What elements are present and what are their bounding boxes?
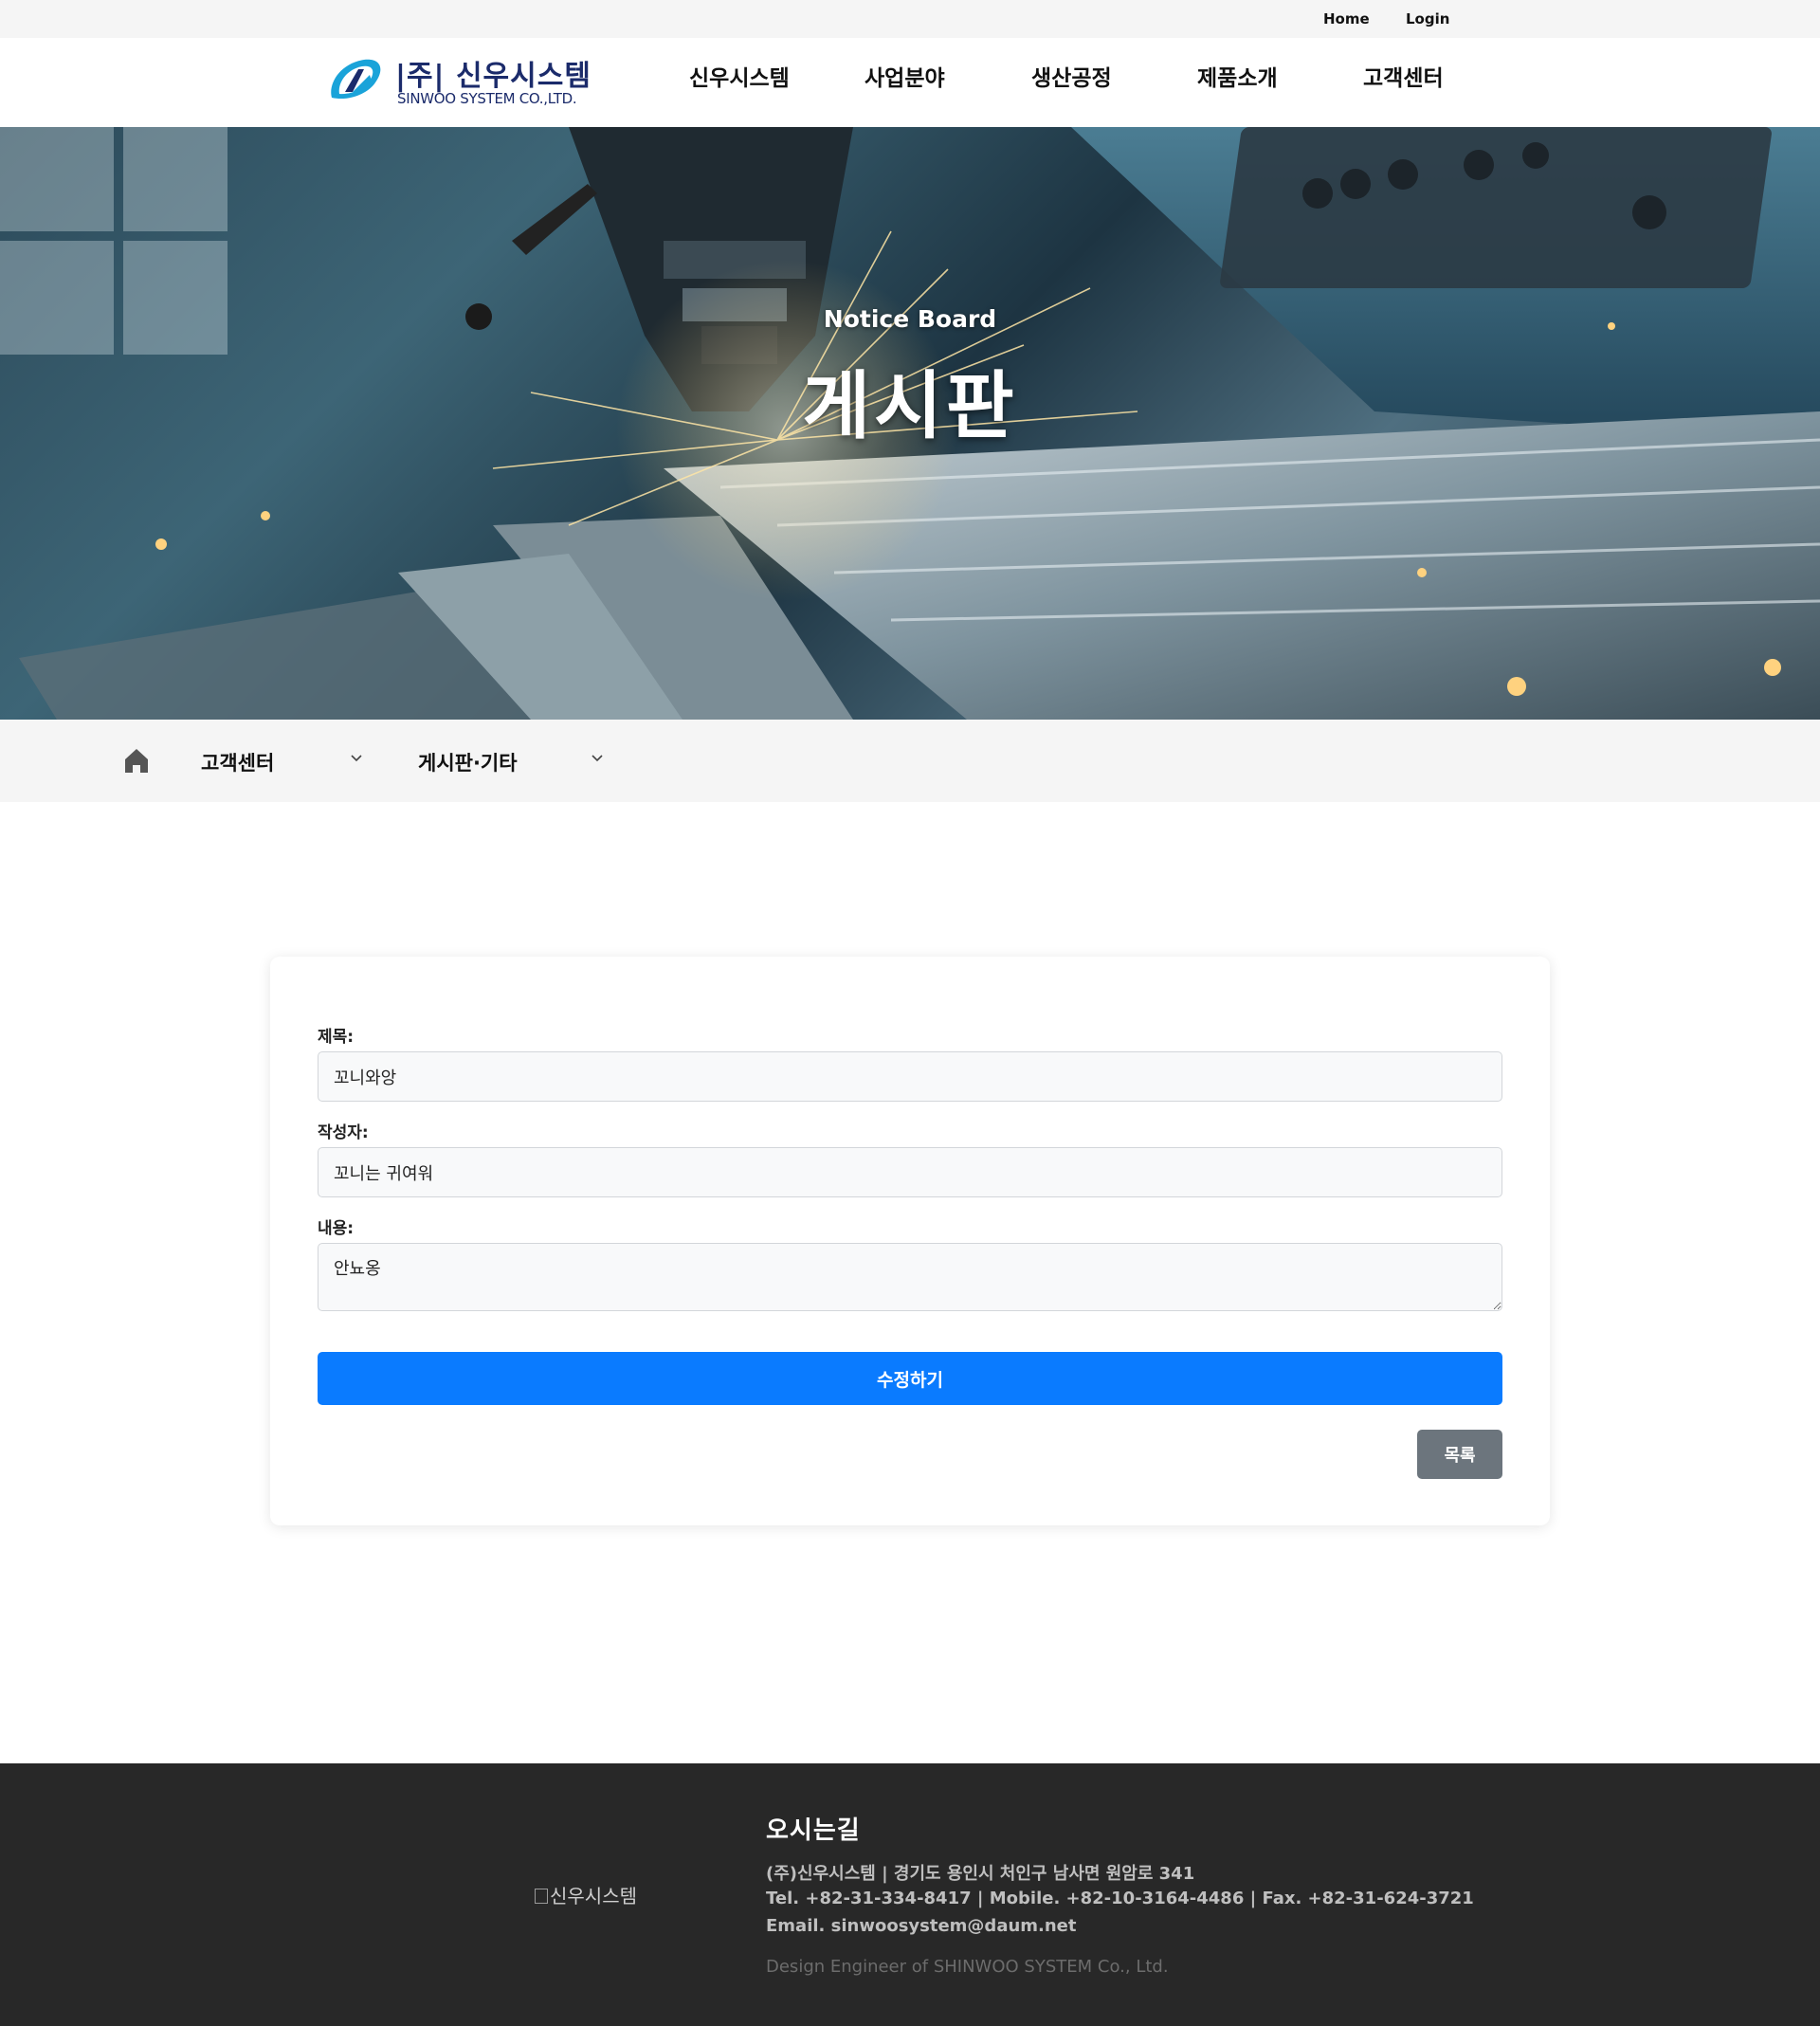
login-link[interactable]: Login [1406,10,1449,27]
breadcrumb-level2[interactable]: 게시판·기타 [418,748,518,776]
footer-contact: Tel. +82-31-334-8417 | Mobile. +82-10-31… [766,1889,1474,1908]
edit-post-form: 제목: 작성자: 내용: 안뇨옹 수정하기 목록 [270,957,1550,1525]
logo-mark-icon [331,59,381,100]
nav-item-products[interactable]: 제품소개 [1197,60,1278,92]
update-button[interactable]: 수정하기 [318,1352,1502,1405]
list-button[interactable]: 목록 [1417,1430,1502,1479]
breadcrumb-level1[interactable]: 고객센터 [201,748,274,776]
author-label: 작성자: [318,1123,369,1142]
home-icon[interactable] [123,747,150,774]
hero-banner: Notice Board 게시판 [0,127,1820,720]
content-label: 내용: [318,1219,355,1238]
hero-title: 게시판 [802,364,1018,449]
author-input[interactable] [318,1147,1502,1197]
footer-logo-alt: 신우시스템 [550,1885,637,1907]
chevron-down-icon[interactable] [350,752,363,765]
home-link[interactable]: Home [1323,10,1370,27]
site-footer: 신우시스템 오시는길 (주)신우시스템 | 경기도 용인시 처인구 남사면 원암… [0,1763,1820,2026]
footer-email[interactable]: Email. sinwoosystem@daum.net [766,1916,1077,1936]
top-utility-bar: Home Login [0,0,1820,38]
chevron-down-icon[interactable] [591,752,604,765]
content-textarea[interactable]: 안뇨옹 [318,1243,1502,1311]
company-logo[interactable]: |주| 신우시스템 SINWOO SYSTEM CO.,LTD. [326,52,591,109]
title-input[interactable] [318,1051,1502,1102]
site-header: |주| 신우시스템 SINWOO SYSTEM CO.,LTD. 신우시스템 사… [0,38,1820,127]
hero-subtitle: Notice Board [823,305,997,333]
footer-logo-image: 신우시스템 [535,1881,637,1908]
broken-image-icon [535,1889,548,1904]
logo-korean-text: |주| 신우시스템 [395,60,592,93]
nav-item-customer-center[interactable]: 고객센터 [1363,60,1444,92]
logo-english-text: SINWOO SYSTEM CO.,LTD. [397,90,577,107]
footer-address: (주)신우시스템 | 경기도 용인시 처인구 남사면 원암로 341 [766,1864,1195,1884]
footer-copyright: Design Engineer of SHINWOO SYSTEM Co., L… [766,1957,1169,1977]
title-label: 제목: [318,1028,355,1047]
nav-item-business[interactable]: 사업분야 [864,60,945,92]
footer-heading: 오시는길 [766,1816,861,1845]
nav-item-production[interactable]: 생산공정 [1031,60,1112,92]
breadcrumb: 고객센터 게시판·기타 [0,720,1820,802]
nav-item-sinwoo-system[interactable]: 신우시스템 [689,60,790,92]
